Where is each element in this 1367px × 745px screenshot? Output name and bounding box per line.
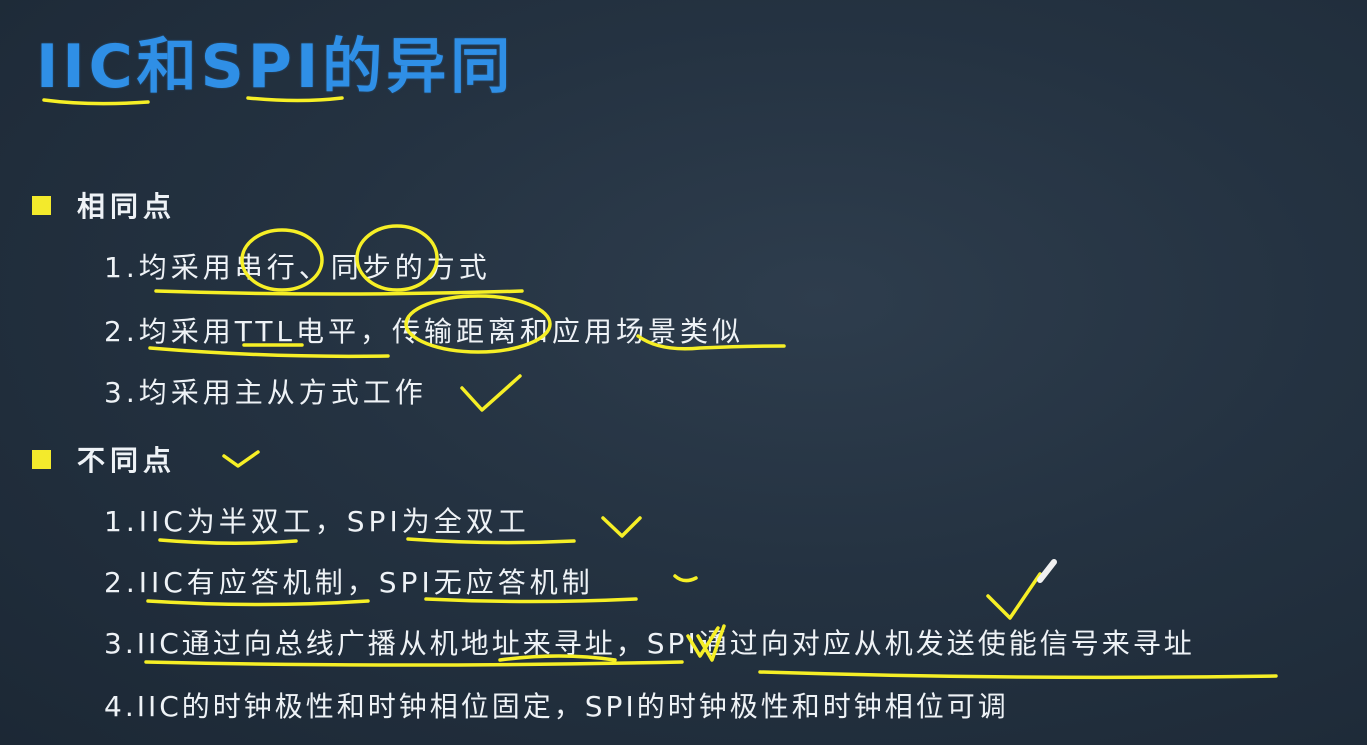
list-item: 2.均采用TTL电平，传输距离和应用场景类似 xyxy=(104,315,745,348)
slide-title: IIC和SPI的异同 xyxy=(36,32,515,102)
underline-annotation xyxy=(146,599,370,607)
section-label: 相同点 xyxy=(77,190,177,223)
checkmark-icon xyxy=(460,374,522,412)
list-item: 3.均采用主从方式工作 xyxy=(104,376,427,409)
checkmark-icon xyxy=(673,574,698,583)
slide: IIC和SPI的异同 相同点 1.均采用串行、同步的方式 2.均采用TTL电平，… xyxy=(0,0,1367,745)
section-similarities: 相同点 xyxy=(32,185,176,225)
checkmark-icon xyxy=(601,516,642,538)
section-differences: 不同点 xyxy=(32,439,176,479)
underline-annotation xyxy=(144,660,684,667)
square-bullet-icon xyxy=(32,195,51,215)
underline-annotation xyxy=(154,289,524,296)
list-item: 1.均采用串行、同步的方式 xyxy=(104,251,491,284)
list-item: 3.IIC通过向总线广播从机地址来寻址，SPI通过向对应从机发送使能信号来寻址 xyxy=(104,627,1195,660)
checkmark-icon xyxy=(986,572,1042,620)
list-item: 1.IIC为半双工，SPI为全双工 xyxy=(104,505,530,538)
list-item: 2.IIC有应答机制，SPI无应答机制 xyxy=(104,566,594,599)
pen-cursor-icon xyxy=(1037,559,1057,583)
underline-annotation xyxy=(158,538,298,546)
square-bullet-icon xyxy=(32,449,51,469)
underline-annotation xyxy=(758,670,1278,680)
list-item: 4.IIC的时钟极性和时钟相位固定，SPI的时钟极性和时钟相位可调 xyxy=(104,690,1009,723)
section-label: 不同点 xyxy=(77,444,177,477)
checkmark-icon xyxy=(222,450,260,468)
